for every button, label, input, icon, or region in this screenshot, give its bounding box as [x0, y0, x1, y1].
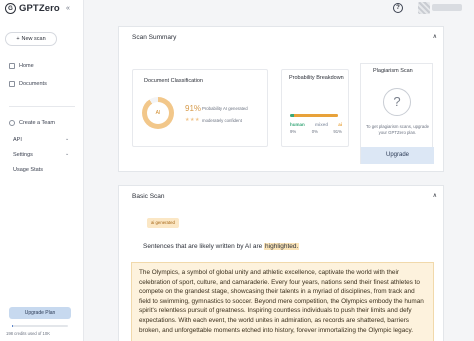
sidebar-item-label: Home — [19, 63, 34, 69]
ai-label: ai — [338, 122, 342, 127]
ai-percent-label: Probability AI generated — [202, 106, 248, 111]
credits-progress-bar — [12, 325, 68, 327]
sidebar-item-create-team[interactable]: Create a Team — [9, 120, 55, 126]
sidebar-item-api[interactable]: API — [13, 137, 22, 143]
scan-summary-title: Scan Summary — [132, 34, 177, 41]
ring-label: AI — [147, 102, 169, 124]
probability-values: 9% 0% 91% — [290, 129, 342, 134]
avatar[interactable] — [418, 2, 430, 14]
sidebar-item-documents[interactable]: Documents — [9, 81, 47, 87]
gptzero-logo-icon: G — [5, 3, 16, 14]
sidebar-item-settings[interactable]: Settings — [13, 152, 33, 158]
chevron-up-icon[interactable]: ∧ — [433, 192, 437, 199]
confidence-label: moderately confident — [202, 118, 242, 123]
ai-percent: 91% — [185, 104, 202, 113]
human-label: human — [290, 122, 305, 127]
help-icon[interactable]: ? — [393, 3, 403, 13]
ai-probability-ring: AI — [142, 97, 174, 129]
plus-icon: + — [16, 36, 20, 42]
sidebar-item-label: Create a Team — [19, 120, 55, 126]
sidebar-item-usage-stats[interactable]: Usage Stats — [13, 167, 43, 173]
new-scan-label: New scan — [21, 36, 46, 42]
mixed-label: mixed — [314, 122, 328, 127]
human-value: 9% — [290, 129, 297, 134]
document-classification-title: Document Classification — [144, 78, 203, 84]
legend-highlight: highlighted. — [264, 243, 300, 250]
confidence-stars: ★★★ — [185, 117, 200, 123]
mixed-value: 0% — [311, 129, 318, 134]
sidebar: G GPTZero « + New scan Home Documents Cr… — [0, 0, 84, 341]
home-icon — [9, 63, 15, 69]
credits-text: 198 credits used of 10K — [6, 331, 50, 336]
sidebar-divider — [9, 106, 75, 107]
plagiarism-scan-panel: Plagiarism Scan ? To get plagiarism scan… — [360, 63, 434, 164]
sidebar-item-label: Documents — [19, 81, 47, 87]
chevron-down-icon[interactable]: ⌄ — [65, 136, 69, 142]
question-icon: ? — [383, 88, 411, 116]
legend-text: Sentences that are likely written by AI … — [143, 243, 263, 250]
probability-bar-ai — [294, 114, 338, 117]
chevron-down-icon[interactable]: ⌄ — [65, 151, 69, 157]
plagiarism-upgrade-text: To get plagiarism scans, upgrade your GP… — [365, 124, 430, 136]
new-scan-button[interactable]: + New scan — [5, 32, 57, 46]
probability-bar — [290, 114, 338, 117]
document-classification-panel: Document Classification AI 91% Probabili… — [132, 69, 268, 147]
probability-breakdown-panel: Probability Breakdown human mixed ai 9% … — [281, 69, 349, 147]
sidebar-item-label: Usage Stats — [13, 167, 43, 173]
team-icon — [9, 120, 15, 126]
upgrade-plan-label: Upgrade Plan — [24, 310, 56, 316]
plagiarism-scan-title: Plagiarism Scan — [373, 68, 413, 74]
app-logo[interactable]: G GPTZero — [5, 3, 60, 14]
chevron-up-icon[interactable]: ∧ — [433, 33, 437, 40]
user-name-redacted[interactable] — [432, 4, 462, 11]
sidebar-item-label: API — [13, 137, 22, 143]
scanned-text-highlighted: The Olympics, a symbol of global unity a… — [131, 262, 434, 341]
credits-progress-fill — [12, 325, 14, 327]
probability-breakdown-title: Probability Breakdown — [289, 75, 344, 81]
collapse-sidebar-icon[interactable]: « — [62, 4, 74, 14]
sidebar-item-home[interactable]: Home — [9, 63, 34, 69]
app-name: GPTZero — [19, 3, 60, 14]
upgrade-button[interactable]: Upgrade — [361, 147, 434, 164]
basic-scan-title: Basic Scan — [132, 193, 165, 200]
ai-generated-chip: ai generated — [147, 218, 179, 228]
ai-value: 91% — [333, 129, 342, 134]
highlight-legend: Sentences that are likely written by AI … — [143, 243, 300, 250]
probability-labels: human mixed ai — [290, 122, 342, 127]
documents-icon — [9, 81, 15, 87]
sidebar-item-label: Settings — [13, 152, 33, 158]
upgrade-plan-button[interactable]: Upgrade Plan — [9, 307, 71, 319]
